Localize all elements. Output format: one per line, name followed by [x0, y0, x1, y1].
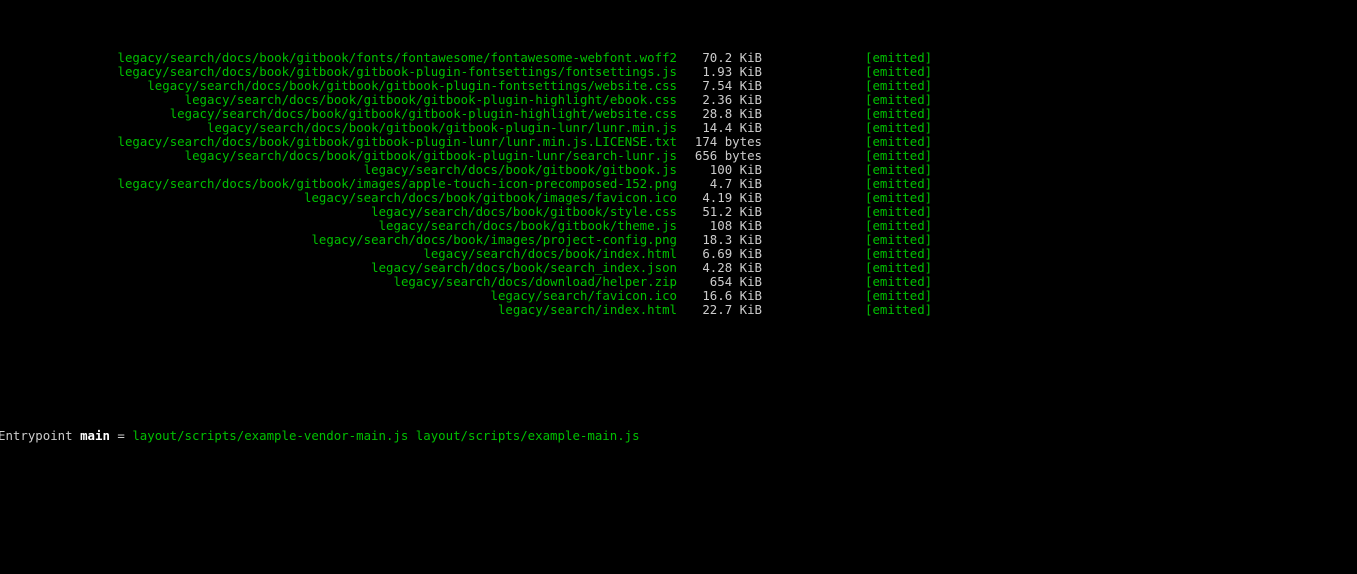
asset-name: legacy/search/docs/book/gitbook/gitbook-…: [207, 120, 677, 135]
asset-row: legacy/search/docs/book/gitbook/gitbook-…: [0, 65, 1357, 79]
asset-size: 174 bytes: [694, 134, 762, 149]
entrypoint-space: [73, 428, 80, 443]
asset-name: legacy/search/docs/book/index.html: [423, 246, 677, 261]
terminal-screen: legacy/search/docs/book/gitbook/fonts/fo…: [0, 0, 1357, 574]
asset-status-badge: [emitted]: [865, 148, 933, 163]
asset-row: legacy/search/favicon.ico 16.6 KiB [emitte…: [0, 289, 1357, 303]
asset-status-badge: [emitted]: [865, 288, 933, 303]
asset-name: legacy/search/docs/book/gitbook/gitbook-…: [117, 64, 678, 79]
asset-row: legacy/search/docs/book/images/project-c…: [0, 233, 1357, 247]
asset-size: 4.28 KiB: [702, 260, 762, 275]
asset-size: 656 bytes: [694, 148, 762, 163]
asset-name: legacy/search/docs/book/gitbook/gitbook-…: [117, 134, 678, 149]
asset-row: legacy/search/docs/book/gitbook/gitbook-…: [0, 93, 1357, 107]
asset-name: legacy/search/docs/download/helper.zip: [393, 274, 677, 289]
asset-name: legacy/search/docs/book/gitbook/gitbook-…: [184, 148, 677, 163]
asset-status-badge: [emitted]: [865, 78, 933, 93]
asset-row: legacy/search/docs/book/gitbook/gitbook-…: [0, 107, 1357, 121]
asset-status-badge: [emitted]: [865, 246, 933, 261]
asset-name: legacy/search/docs/book/gitbook/gitbook-…: [169, 106, 677, 121]
asset-name: legacy/search/favicon.ico: [490, 288, 678, 303]
asset-status-badge: [emitted]: [865, 274, 933, 289]
asset-size: 51.2 KiB: [702, 204, 762, 219]
asset-row: legacy/search/docs/book/gitbook/fonts/fo…: [0, 51, 1357, 65]
asset-size: 1.93 KiB: [702, 64, 762, 79]
asset-status-badge: [emitted]: [865, 106, 933, 121]
asset-size: 70.2 KiB: [702, 50, 762, 65]
asset-size: 4.19 KiB: [702, 190, 762, 205]
asset-size: 2.36 KiB: [702, 92, 762, 107]
asset-row: legacy/search/docs/download/helper.zip 65…: [0, 275, 1357, 289]
asset-status-badge: [emitted]: [865, 134, 933, 149]
asset-status-badge: [emitted]: [865, 50, 933, 65]
asset-name: legacy/search/docs/book/gitbook/style.cs…: [371, 204, 677, 219]
asset-status-badge: [emitted]: [865, 302, 933, 317]
entrypoint-main-row: Entrypoint main = layout/scripts/example…: [0, 429, 1357, 443]
asset-row: legacy/search/docs/book/gitbook/style.cs…: [0, 205, 1357, 219]
asset-row: legacy/search/docs/book/index.html 6.69 K…: [0, 247, 1357, 261]
asset-row: legacy/search/docs/book/gitbook/gitbook-…: [0, 135, 1357, 149]
asset-status-badge: [emitted]: [865, 204, 933, 219]
asset-name: legacy/search/docs/book/gitbook/gitbook-…: [184, 92, 677, 107]
asset-name: legacy/search/index.html: [497, 302, 677, 317]
asset-table: legacy/search/docs/book/gitbook/fonts/fo…: [0, 51, 1357, 317]
asset-row: legacy/search/index.html 22.7 KiB [emitted…: [0, 303, 1357, 317]
asset-name: legacy/search/docs/book/search_index.jso…: [371, 260, 677, 275]
asset-status-badge: [emitted]: [865, 120, 933, 135]
asset-size: 108 KiB: [709, 218, 762, 233]
asset-size: 4.7 KiB: [709, 176, 762, 191]
asset-row: legacy/search/docs/book/gitbook/gitbook-…: [0, 121, 1357, 135]
terminal-window[interactable]: legacy/search/docs/book/gitbook/fonts/fo…: [0, 0, 1357, 574]
asset-status-badge: [emitted]: [865, 260, 933, 275]
asset-size: 22.7 KiB: [702, 302, 762, 317]
entrypoint-equals: =: [109, 428, 133, 443]
asset-row: legacy/search/docs/book/gitbook/theme.js…: [0, 219, 1357, 233]
asset-name: legacy/search/docs/book/gitbook/theme.js: [378, 218, 677, 233]
asset-status-badge: [emitted]: [865, 176, 933, 191]
asset-name: legacy/search/docs/book/gitbook/gitbook.…: [363, 162, 677, 177]
asset-status-badge: [emitted]: [865, 218, 933, 233]
asset-size: 6.69 KiB: [702, 246, 762, 261]
asset-status-badge: [emitted]: [865, 64, 933, 79]
asset-row: legacy/search/docs/book/gitbook/gitbook-…: [0, 149, 1357, 163]
asset-name: legacy/search/docs/book/gitbook/images/f…: [304, 190, 677, 205]
asset-size: 7.54 KiB: [702, 78, 762, 93]
asset-size: 14.4 KiB: [702, 120, 762, 135]
asset-name: legacy/search/docs/book/gitbook/gitbook-…: [147, 78, 677, 93]
asset-size: 28.8 KiB: [702, 106, 762, 121]
asset-status-badge: [emitted]: [865, 190, 933, 205]
asset-name: legacy/search/docs/book/gitbook/fonts/fo…: [117, 50, 678, 65]
asset-size: 18.3 KiB: [702, 232, 762, 247]
asset-status-badge: [emitted]: [865, 232, 933, 247]
asset-row: legacy/search/docs/book/gitbook/images/f…: [0, 191, 1357, 205]
entrypoint-name: main: [80, 428, 110, 443]
asset-name: legacy/search/docs/book/gitbook/images/a…: [117, 176, 678, 191]
asset-size: 16.6 KiB: [702, 288, 762, 303]
asset-size: 654 KiB: [709, 274, 762, 289]
asset-row: legacy/search/docs/book/search_index.jso…: [0, 261, 1357, 275]
asset-size: 100 KiB: [709, 162, 762, 177]
asset-status-badge: [emitted]: [865, 162, 933, 177]
asset-row: legacy/search/docs/book/gitbook/images/a…: [0, 177, 1357, 191]
entrypoint-scripts: layout/scripts/example-vendor-main.js la…: [132, 428, 640, 443]
asset-row: legacy/search/docs/book/gitbook/gitbook-…: [0, 79, 1357, 93]
asset-row: legacy/search/docs/book/gitbook/gitbook.…: [0, 163, 1357, 177]
entrypoint-label: Entrypoint: [0, 428, 73, 443]
asset-name: legacy/search/docs/book/images/project-c…: [311, 232, 677, 247]
asset-status-badge: [emitted]: [865, 92, 933, 107]
